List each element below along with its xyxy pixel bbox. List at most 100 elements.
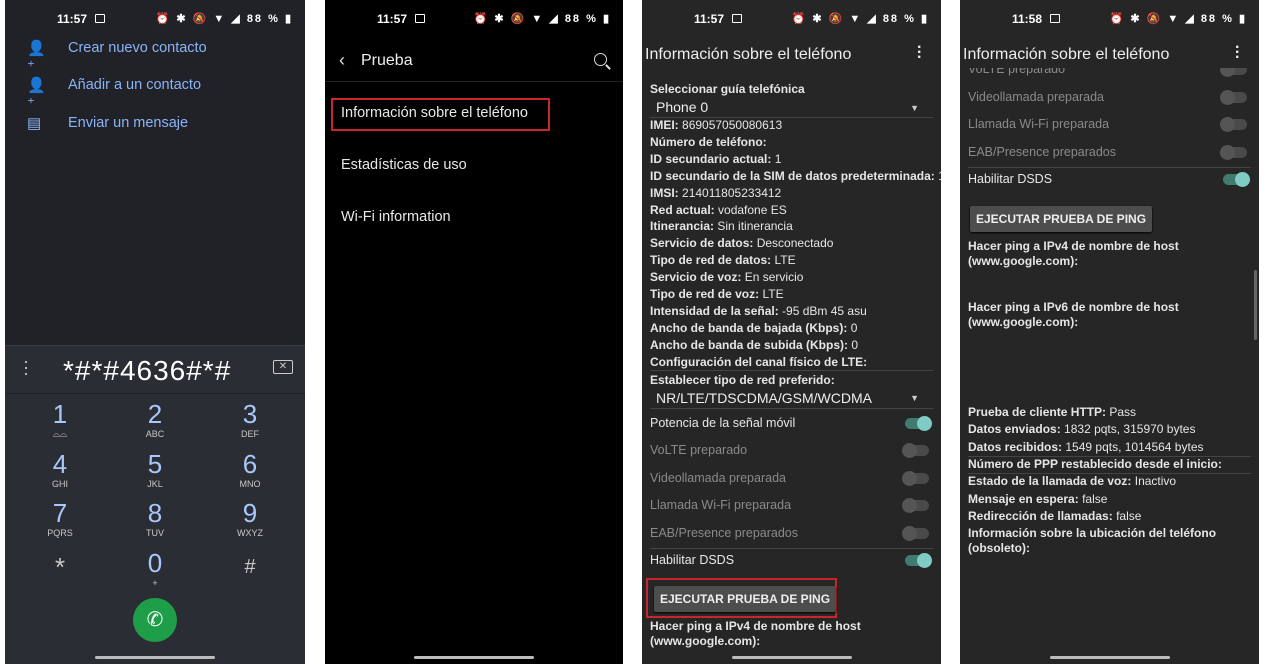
toggle-switch[interactable] xyxy=(1223,172,1250,187)
toggle-row[interactable]: Llamada Wi-Fi preparada xyxy=(650,494,933,520)
info-row: Red actual: vodafone ES xyxy=(650,203,787,218)
toggle-row[interactable]: Potencia de la señal móvil xyxy=(650,412,933,438)
run-ping-test-button[interactable]: EJECUTAR PRUEBA DE PING xyxy=(654,586,837,612)
key-letters: GHI xyxy=(51,479,68,489)
key-digit: 6 xyxy=(242,449,258,479)
toggle-switch[interactable] xyxy=(905,553,932,568)
backspace-icon[interactable]: ✕ xyxy=(273,360,293,374)
info-key: Tipo de red de datos: xyxy=(650,253,772,268)
toggle-knob xyxy=(902,470,917,486)
status-icons: ⏰ ✱ 🔕 ▼ ◢ 88 % ▮ xyxy=(473,13,611,25)
overflow-menu-icon[interactable]: · · · xyxy=(23,352,29,382)
toggle-switch[interactable] xyxy=(1220,117,1247,132)
key-4[interactable]: 4 GHI xyxy=(10,449,110,489)
key-3[interactable]: 3 DEF xyxy=(200,399,300,439)
toggle-row[interactable]: Videollamada preparada xyxy=(650,467,933,493)
image-notification-icon xyxy=(1050,14,1060,23)
ping-ipv4-label: Hacer ping a IPv4 de nombre de host xyxy=(650,619,861,634)
key-9[interactable]: 9 WXYZ xyxy=(200,498,300,538)
toggle-knob xyxy=(902,443,917,459)
dial-input[interactable]: *#*#4636#*# xyxy=(63,355,231,387)
info-value: 1 xyxy=(938,169,941,183)
info-value: En servicio xyxy=(744,270,804,285)
gesture-bar[interactable] xyxy=(1049,656,1170,659)
toggle-row[interactable]: Videollamada preparada xyxy=(968,86,1251,112)
app-bar: Información sobre el teléfono · · · xyxy=(960,40,1259,72)
run-ping-test-button[interactable]: EJECUTAR PRUEBA DE PING xyxy=(970,206,1153,232)
network-type-select[interactable]: NR/LTE/TDSCDMA/GSM/WCDMA xyxy=(656,390,872,406)
info-row: Mensaje en espera: false xyxy=(968,492,1107,507)
label-text: (www.google.com): xyxy=(650,634,761,648)
toggle-switch[interactable] xyxy=(905,416,932,431)
toggle-row[interactable]: Habilitar DSDS xyxy=(650,549,933,575)
info-row: Número de PPP restablecido desde el inic… xyxy=(968,457,1222,472)
gesture-bar[interactable] xyxy=(414,656,534,659)
toggle-row[interactable]: VoLTE preparado xyxy=(650,439,933,465)
menu-item-usage-stats[interactable]: Estadísticas de uso xyxy=(341,157,467,173)
info-value: 214011805233412 xyxy=(682,185,782,200)
toggle-switch[interactable] xyxy=(902,443,929,459)
menu-item-add-to-contact[interactable]: 👤⁺ Añadir a un contacto xyxy=(5,70,305,112)
dialer-screen: 11:57 ⏰ ✱ 🔕 ▼ ◢ 88 % ▮ 👤⁺ Crear nuevo co… xyxy=(5,0,305,664)
overflow-menu-icon[interactable]: · · · xyxy=(1235,40,1240,66)
key-1[interactable]: 1 ⌓⌓ xyxy=(10,399,110,439)
toggle-switch[interactable] xyxy=(902,470,929,486)
label-text: Hacer ping a IPv4 de nombre de host xyxy=(650,619,861,633)
key-2[interactable]: 2 ABC xyxy=(105,399,205,439)
toggle-switch[interactable] xyxy=(1220,89,1247,105)
info-value: Inactivo xyxy=(1134,474,1177,489)
key-0[interactable]: 0 + xyxy=(105,548,205,588)
dropdown-caret-icon[interactable]: ▼ xyxy=(910,393,919,403)
phonebook-select[interactable]: Phone 0 xyxy=(656,99,708,115)
location-label: Información sobre la ubicación del teléf… xyxy=(968,526,1216,541)
menu-item-create-contact[interactable]: 👤⁺ Crear nuevo contacto xyxy=(5,33,305,75)
location-label-2: (obsoleto): xyxy=(968,541,1030,556)
menu-item-wifi-info[interactable]: Wi-Fi information xyxy=(341,209,451,225)
key-letters: DEF xyxy=(241,429,259,439)
info-row: Ancho de banda de bajada (Kbps): 0 xyxy=(650,321,857,336)
toggle-row[interactable]: EAB/Presence preparados xyxy=(650,522,933,548)
scrollbar[interactable] xyxy=(1254,270,1257,340)
search-icon[interactable] xyxy=(594,53,607,66)
menu-item-send-message[interactable]: ▤ Enviar un mensaje xyxy=(5,108,305,138)
ping-ipv4-host: (www.google.com): xyxy=(650,634,760,649)
info-row: Tipo de red de datos: LTE xyxy=(650,253,796,268)
phone-info-screen: 11:57 ⏰ ✱ 🔕 ▼ ◢ 88 % ▮ Información sobre… xyxy=(642,0,941,664)
toggle-knob xyxy=(917,416,932,431)
toggle-row[interactable]: Habilitar DSDS xyxy=(968,168,1251,194)
info-row: IMEI: 869057050080613 xyxy=(650,118,782,133)
toggle-switch[interactable] xyxy=(1220,144,1247,160)
info-value: LTE xyxy=(762,287,784,301)
status-time: 11:57 xyxy=(694,12,725,26)
key-5[interactable]: 5 JKL xyxy=(105,449,205,489)
key-star[interactable]: * xyxy=(10,552,110,582)
info-value: 1 xyxy=(774,151,782,166)
label-text: (obsoleto): xyxy=(968,541,1030,555)
toggle-label: Habilitar DSDS xyxy=(650,553,735,567)
info-key: Configuración del canal físico de LTE: xyxy=(650,354,868,369)
info-row: IMSI: 214011805233412 xyxy=(650,186,781,201)
key-hash[interactable]: # xyxy=(200,552,300,582)
back-arrow-icon[interactable]: ‹ xyxy=(339,50,345,71)
key-8[interactable]: 8 TUV xyxy=(105,498,205,538)
info-key: Itinerancia: xyxy=(650,219,715,234)
menu-item-phone-info[interactable]: Información sobre el teléfono xyxy=(341,105,528,121)
ping-ipv6-label: Hacer ping a IPv6 de nombre de host xyxy=(968,300,1179,315)
dropdown-caret-icon[interactable]: ▼ xyxy=(910,103,919,113)
message-icon: ▤ xyxy=(27,115,42,132)
toggle-switch[interactable] xyxy=(902,525,929,541)
toggle-row[interactable]: Llamada Wi-Fi preparada xyxy=(968,113,1251,139)
toggle-switch[interactable] xyxy=(902,498,929,514)
gesture-bar[interactable] xyxy=(731,656,852,659)
menu-item-label: Crear nuevo contacto xyxy=(68,40,207,56)
toggle-row[interactable]: EAB/Presence preparados xyxy=(968,141,1251,167)
overflow-menu-icon[interactable]: · · · xyxy=(917,40,922,66)
key-digit: 5 xyxy=(147,449,163,479)
gesture-bar[interactable] xyxy=(95,656,215,659)
toggle-label: Videollamada preparada xyxy=(650,470,786,485)
label-text: Establecer tipo de red preferido: xyxy=(650,373,835,387)
call-button[interactable]: ✆ xyxy=(133,598,177,642)
info-value: 0 xyxy=(850,320,858,335)
key-7[interactable]: 7 PQRS xyxy=(10,498,110,538)
key-6[interactable]: 6 MNO xyxy=(200,449,300,489)
